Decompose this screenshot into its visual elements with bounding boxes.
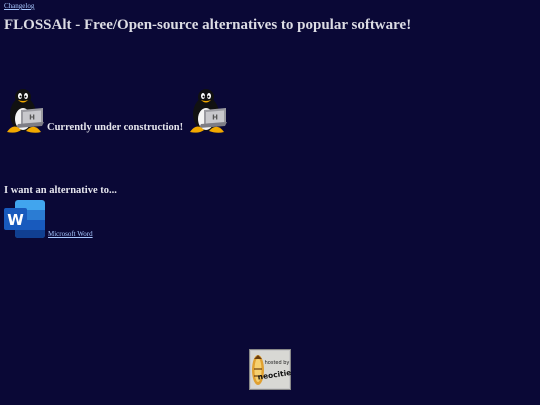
svg-text:W: W: [7, 211, 24, 229]
construction-text: Currently under construction!: [47, 122, 184, 133]
alternatives-heading: I want an alternative to...: [4, 185, 117, 196]
svg-text:H: H: [29, 114, 35, 122]
tux-laptop-icon: H: [190, 89, 228, 133]
construction-banner: H Currently under construction! H: [4, 86, 229, 134]
neocities-badge-icon[interactable]: hosted by neocities: [249, 349, 291, 390]
microsoft-word-icon: W: [4, 200, 45, 238]
alternative-label: Microsoft Word: [48, 230, 93, 238]
svg-text:H: H: [212, 114, 218, 122]
alternative-link-microsoft-word[interactable]: W Microsoft Word: [3, 199, 93, 239]
tux-laptop-icon: H: [7, 89, 44, 133]
page: Changelog FLOSSAlt - Free/Open-source al…: [0, 0, 540, 405]
page-title: FLOSSAlt - Free/Open-source alternatives…: [4, 17, 412, 33]
changelog-link[interactable]: Changelog: [4, 2, 34, 10]
svg-text:hosted by: hosted by: [265, 360, 290, 366]
